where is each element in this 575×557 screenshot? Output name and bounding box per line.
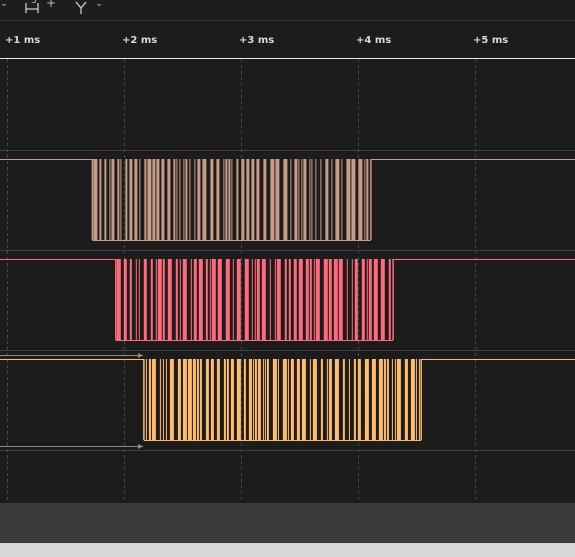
trigger-icon[interactable]: [74, 0, 88, 14]
arrow-head-icon: [138, 444, 143, 449]
channel-area[interactable]: [0, 59, 575, 503]
channel-3-waveform[interactable]: [0, 359, 575, 441]
add-icon[interactable]: +: [46, 0, 56, 10]
horizontal-scrollbar[interactable]: [0, 503, 575, 543]
chevron-down-icon[interactable]: ⌄: [95, 0, 103, 9]
tick-label-3ms: +3 ms: [239, 35, 275, 46]
waveform-canvas: [0, 59, 575, 503]
arrow-head-icon: [138, 353, 143, 358]
tick-label-1ms: +1 ms: [5, 35, 41, 46]
channel-1-waveform[interactable]: [0, 159, 575, 241]
channel-2-waveform[interactable]: [0, 259, 575, 341]
tick-label-5ms: +5 ms: [473, 35, 509, 46]
chevron-down-icon[interactable]: ⌄: [0, 0, 8, 9]
toolbar: ⌄ 3 + ⌄: [0, 0, 575, 21]
measure-badge: 3: [31, 0, 37, 6]
time-ruler[interactable]: +1 ms +2 ms +3 ms +4 ms +5 ms: [0, 21, 575, 58]
tick-label-4ms: +4 ms: [356, 35, 392, 46]
status-strip: [0, 543, 575, 557]
tick-label-2ms: +2 ms: [122, 35, 158, 46]
